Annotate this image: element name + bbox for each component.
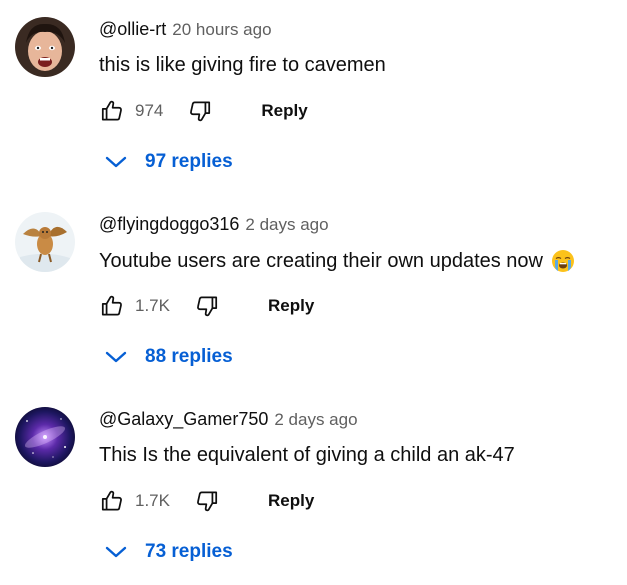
- thumbs-down-icon[interactable]: [194, 488, 220, 514]
- view-replies-button[interactable]: 88 replies: [105, 344, 233, 370]
- author-name[interactable]: @flyingdoggo316: [99, 214, 239, 235]
- comment-text: This Is the equivalent of giving a child…: [99, 444, 515, 467]
- reply-button[interactable]: Reply: [268, 296, 314, 316]
- comment-actions: 1.7K Reply: [99, 292, 314, 320]
- comment-body: this is like giving fire to cavemen: [99, 54, 386, 76]
- like-count: 1.7K: [135, 296, 170, 315]
- thumbs-up-icon[interactable]: [99, 98, 125, 124]
- chevron-down-icon: [105, 156, 127, 168]
- chevron-down-icon: [105, 351, 127, 363]
- avatar[interactable]: [15, 407, 75, 467]
- replies-count-label: 88 replies: [145, 346, 233, 367]
- author-name[interactable]: @Galaxy_Gamer750: [99, 409, 268, 430]
- comment-header: @flyingdoggo316 2 days ago: [99, 214, 329, 238]
- reply-button[interactable]: Reply: [268, 491, 314, 511]
- comment-header: @Galaxy_Gamer750 2 days ago: [99, 409, 358, 433]
- comment-text: Youtube users are creating their own upd…: [99, 249, 575, 273]
- view-replies-button[interactable]: 97 replies: [105, 149, 233, 175]
- view-replies-button[interactable]: 73 replies: [105, 539, 233, 565]
- reply-button[interactable]: Reply: [261, 101, 307, 121]
- thumbs-up-icon[interactable]: [99, 293, 125, 319]
- comment-time[interactable]: 2 days ago: [274, 410, 357, 430]
- comment-thread: @flyingdoggo316 2 days ago Youtube users…: [0, 195, 627, 390]
- avatar[interactable]: [15, 17, 75, 77]
- chevron-down-icon: [105, 546, 127, 558]
- comment-thread: @ollie-rt 20 hours ago this is like givi…: [0, 0, 627, 195]
- thumbs-down-icon[interactable]: [194, 293, 220, 319]
- thumbs-up-icon[interactable]: [99, 488, 125, 514]
- replies-count-label: 97 replies: [145, 151, 233, 172]
- thumbs-down-icon[interactable]: [187, 98, 213, 124]
- like-count: 974: [135, 101, 164, 120]
- loudly-crying-face-emoji: [552, 250, 574, 272]
- comment-thread: @Galaxy_Gamer750 2 days ago This Is the …: [0, 390, 627, 585]
- comment-header: @ollie-rt 20 hours ago: [99, 19, 272, 43]
- comment-body: Youtube users are creating their own upd…: [99, 249, 543, 272]
- avatar[interactable]: [15, 212, 75, 272]
- author-name[interactable]: @ollie-rt: [99, 19, 166, 40]
- like-count: 1.7K: [135, 491, 170, 510]
- comment-time[interactable]: 20 hours ago: [172, 20, 271, 40]
- comment-text: this is like giving fire to cavemen: [99, 54, 386, 77]
- comment-time[interactable]: 2 days ago: [245, 215, 328, 235]
- replies-count-label: 73 replies: [145, 541, 233, 562]
- comment-body: This Is the equivalent of giving a child…: [99, 444, 515, 466]
- comment-actions: 974 Reply: [99, 97, 308, 125]
- comment-actions: 1.7K Reply: [99, 487, 314, 515]
